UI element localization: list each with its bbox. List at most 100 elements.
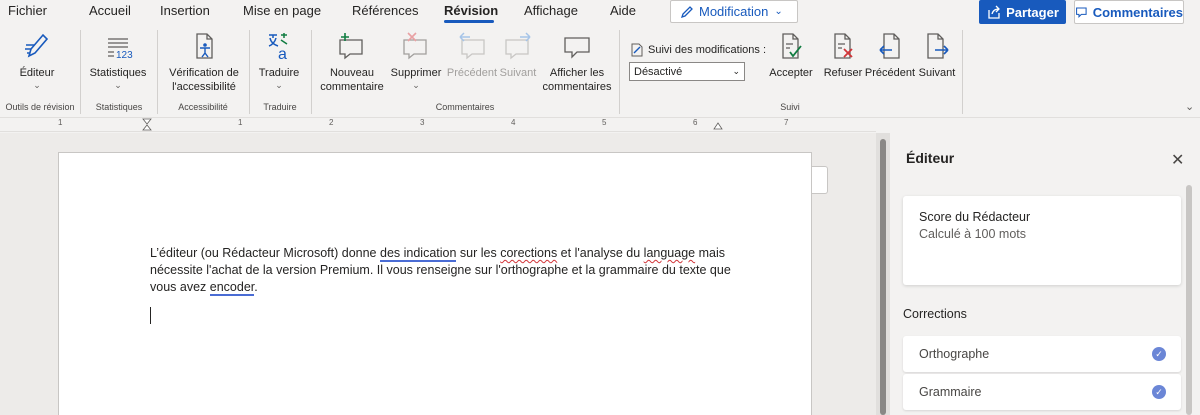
- accept-label: Accepter: [769, 67, 813, 79]
- chevron-down-icon: ⌄: [33, 80, 41, 90]
- check-icon: ✓: [1152, 347, 1166, 361]
- translate-label: Traduire: [258, 67, 300, 79]
- tab-revision[interactable]: Révision: [444, 3, 498, 18]
- document-paragraph[interactable]: L’éditeur (ou Rédacteur Microsoft) donne…: [150, 245, 750, 296]
- new-comment-label-1: Nouveau: [329, 67, 375, 79]
- chevron-down-icon: ⌄: [275, 80, 283, 90]
- document-canvas: L’éditeur (ou Rédacteur Microsoft) donne…: [0, 133, 876, 415]
- grammar-error-text[interactable]: encoder: [209, 280, 255, 296]
- translate-button[interactable]: a Traduire ⌄: [254, 28, 304, 90]
- grammar-error-text[interactable]: des indication: [380, 246, 457, 262]
- ribbon-expand-icon[interactable]: ⌄: [1185, 100, 1194, 113]
- tab-accueil[interactable]: Accueil: [89, 3, 131, 18]
- next-comment-button[interactable]: Suivant: [498, 28, 538, 80]
- corrections-heading: Corrections: [903, 307, 967, 321]
- correction-item-orthographe[interactable]: Orthographe ✓: [903, 336, 1181, 372]
- ruler-number: 1: [58, 118, 63, 127]
- group-separator: [80, 30, 81, 114]
- comment-margin-tab[interactable]: [812, 166, 828, 194]
- next-change-button[interactable]: Suivant: [916, 28, 958, 80]
- horizontal-ruler[interactable]: 1 1 2 3 4 5 6 7: [0, 118, 876, 132]
- track-changes-text: Suivi des modifications :: [648, 44, 766, 56]
- statistics-icon: 123: [108, 38, 133, 61]
- accessibility-icon: [196, 33, 213, 59]
- check-icon: ✓: [1152, 385, 1166, 399]
- editing-mode-label: Modification: [699, 4, 769, 19]
- pane-scrollbar[interactable]: [1186, 185, 1192, 415]
- chevron-down-icon: ⌄: [732, 66, 740, 76]
- tab-insertion[interactable]: Insertion: [160, 3, 210, 18]
- accept-button[interactable]: Accepter: [760, 28, 822, 80]
- ruler-number: 1: [238, 118, 243, 127]
- next-comment-icon: [505, 32, 531, 60]
- indent-marker-icon[interactable]: [142, 118, 152, 132]
- correction-label: Grammaire: [919, 385, 982, 399]
- active-tab-indicator: [444, 20, 494, 23]
- editor-button[interactable]: Éditeur ⌄: [6, 28, 68, 90]
- group-separator: [962, 30, 963, 114]
- group-label-outils: Outils de révision: [5, 102, 75, 112]
- new-comment-button[interactable]: Nouveau commentaire: [318, 28, 386, 94]
- document-page[interactable]: L’éditeur (ou Rédacteur Microsoft) donne…: [58, 152, 812, 415]
- reject-button[interactable]: Refuser: [822, 28, 864, 80]
- accessibility-check-button[interactable]: Vérification de l'accessibilité: [164, 28, 244, 94]
- share-icon: [988, 5, 1001, 19]
- text-run: .: [254, 280, 258, 294]
- comments-label: Commentaires: [1092, 4, 1183, 20]
- group-label-statistiques: Statistiques: [95, 102, 143, 112]
- delete-comment-button[interactable]: Supprimer ⌄: [388, 28, 444, 90]
- scrollbar-thumb[interactable]: [880, 139, 886, 415]
- editor-label: Éditeur: [19, 67, 55, 79]
- new-comment-label-2: commentaire: [320, 81, 384, 93]
- spelling-error-text[interactable]: corections: [500, 246, 557, 260]
- group-label-accessibilite: Accessibilité: [178, 102, 228, 112]
- correction-label: Orthographe: [919, 347, 990, 361]
- right-indent-marker-icon[interactable]: [713, 122, 723, 132]
- svg-text:a: a: [278, 46, 287, 62]
- spelling-error-text[interactable]: language: [644, 246, 695, 260]
- show-comments-label-1: Afficher les: [549, 67, 605, 79]
- share-button[interactable]: Partager: [979, 0, 1066, 24]
- previous-change-icon: [879, 33, 900, 59]
- previous-change-button[interactable]: Précédent: [864, 28, 916, 80]
- editor-pen-icon: [25, 33, 49, 58]
- ribbon-tab-bar: Fichier Accueil Insertion Mise en page R…: [0, 0, 1200, 24]
- reject-icon: [834, 33, 853, 59]
- pencil-icon: [680, 5, 693, 18]
- next-change-label: Suivant: [918, 67, 956, 79]
- next-comment-label: Suivant: [499, 67, 537, 79]
- editor-score-card[interactable]: Score du Rédacteur Calculé à 100 mots: [903, 196, 1181, 285]
- comments-button[interactable]: Commentaires: [1074, 0, 1184, 24]
- translate-icon: a: [268, 33, 288, 62]
- tab-mise-en-page[interactable]: Mise en page: [243, 3, 321, 18]
- show-comments-label-2: commentaires: [542, 81, 612, 93]
- correction-item-grammaire[interactable]: Grammaire ✓: [903, 374, 1181, 410]
- score-subtitle: Calculé à 100 mots: [919, 227, 1027, 241]
- ruler-number: 6: [693, 118, 698, 127]
- score-title: Score du Rédacteur: [919, 210, 1031, 224]
- text-run: sur les: [456, 246, 501, 260]
- tab-fichier[interactable]: Fichier: [8, 3, 47, 18]
- chevron-down-icon: ⌄: [412, 80, 420, 90]
- editor-pane: Éditeur ✕ Score du Rédacteur Calculé à 1…: [890, 133, 1200, 415]
- ruler-number: 5: [602, 118, 607, 127]
- track-changes-select[interactable]: Désactivé ⌄: [629, 62, 745, 81]
- delete-comment-label: Supprimer: [390, 67, 442, 79]
- tab-references[interactable]: Références: [352, 3, 418, 18]
- new-comment-icon: [339, 33, 363, 60]
- document-scrollbar[interactable]: [876, 133, 890, 415]
- previous-comment-button[interactable]: Précédent: [444, 28, 500, 80]
- tab-aide[interactable]: Aide: [610, 3, 636, 18]
- close-icon[interactable]: ✕: [1171, 150, 1184, 170]
- group-label-traduire: Traduire: [263, 102, 297, 112]
- ribbon: Éditeur ⌄ Outils de révision 123 Statist…: [0, 24, 1200, 118]
- tab-affichage[interactable]: Affichage: [524, 3, 578, 18]
- text-cursor: [150, 307, 151, 324]
- next-change-icon: [927, 33, 949, 59]
- statistics-button[interactable]: 123 Statistiques ⌄: [86, 28, 150, 90]
- statistics-label: Statistiques: [89, 67, 147, 79]
- show-comments-button[interactable]: Afficher les commentaires: [540, 28, 614, 94]
- previous-comment-label: Précédent: [446, 67, 498, 79]
- editing-mode-button[interactable]: Modification ⌄: [670, 0, 798, 23]
- text-run: et l'analyse du: [557, 246, 644, 260]
